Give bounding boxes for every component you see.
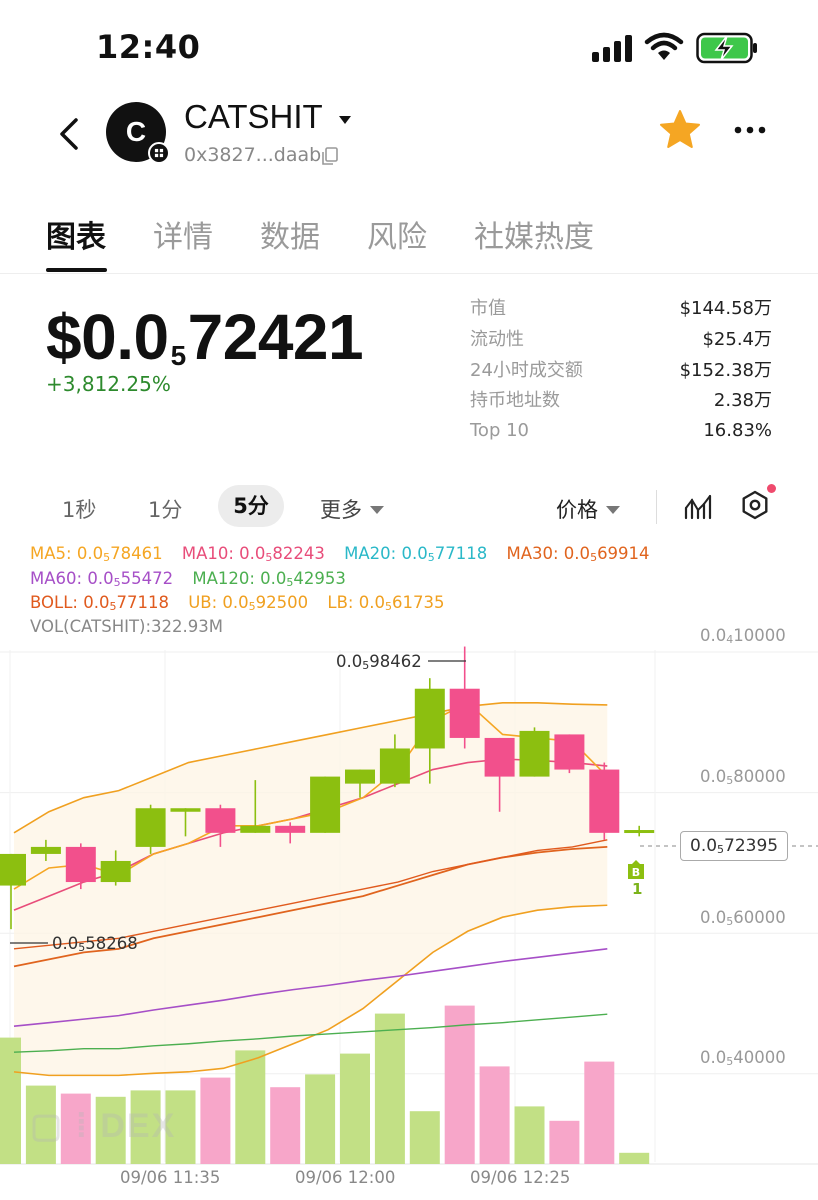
candle-body bbox=[275, 825, 306, 833]
x-axis-time-3: 09/06 12:25 bbox=[470, 1168, 571, 1187]
y-axis-label-4: 0.0540000 bbox=[700, 1048, 786, 1068]
candlestick-chart[interactable] bbox=[0, 540, 818, 1200]
volume-bar bbox=[200, 1077, 231, 1164]
candle-body bbox=[240, 825, 271, 833]
token-avatar-letter: C bbox=[125, 116, 147, 147]
chain-badge-icon bbox=[148, 142, 170, 164]
token-name[interactable]: CATSHIT bbox=[184, 98, 323, 136]
candle-body bbox=[624, 830, 655, 834]
x-axis-time-2: 09/06 12:00 bbox=[295, 1168, 396, 1187]
svg-text:B: B bbox=[632, 866, 640, 879]
chart-toolbar: 1秒 1分 5分 更多 价格 bbox=[0, 480, 818, 536]
token-dropdown-caret-icon[interactable] bbox=[338, 114, 352, 126]
candle-body bbox=[170, 808, 201, 812]
volume-bar bbox=[235, 1050, 266, 1164]
tab-social[interactable]: 社媒热度 bbox=[474, 212, 594, 256]
copy-icon[interactable] bbox=[320, 146, 340, 166]
price-type-caret-icon bbox=[606, 506, 620, 514]
timeframe-5m[interactable]: 5分 bbox=[218, 485, 284, 527]
tab-risk[interactable]: 风险 bbox=[367, 212, 427, 256]
tab-bar: 图表 详情 数据 风险 社媒热度 bbox=[0, 200, 818, 274]
candle-body bbox=[589, 769, 620, 833]
favorite-star-icon[interactable] bbox=[658, 108, 702, 152]
volume-bar bbox=[514, 1106, 545, 1164]
back-arrow-icon[interactable] bbox=[54, 114, 84, 154]
high-price-annotation: 0.0598462 bbox=[336, 652, 422, 672]
volume-bar bbox=[340, 1053, 370, 1164]
stat-holders: 持币地址数 2.38万 bbox=[470, 390, 772, 412]
status-bar: 12:40 bbox=[0, 0, 818, 90]
volume-bar bbox=[444, 1005, 475, 1164]
x-axis-time-1: 09/06 11:35 bbox=[120, 1168, 221, 1187]
buy-marker-count: 1 bbox=[632, 880, 643, 898]
indicator-icon[interactable] bbox=[684, 492, 712, 520]
candle-body bbox=[30, 846, 61, 854]
low-price-annotation: 0.0558268 bbox=[52, 934, 138, 954]
volume-bar bbox=[549, 1120, 580, 1164]
volume-bar bbox=[584, 1061, 615, 1164]
notification-dot bbox=[767, 484, 776, 493]
dex-watermark: ▢ ⁞ DEX bbox=[30, 1107, 177, 1145]
active-tab-underline bbox=[46, 268, 107, 272]
y-axis-label-1: 0.0410000 bbox=[700, 626, 786, 646]
market-stats: 市值 $144.58万 流动性 $25.4万 24小时成交额 $152.38万 持币地… bbox=[470, 292, 772, 445]
candle-body bbox=[0, 853, 26, 886]
y-axis-label-3: 0.0560000 bbox=[700, 908, 786, 928]
timeframe-1s[interactable]: 1秒 bbox=[62, 494, 96, 524]
volume-bar bbox=[374, 1013, 405, 1164]
y-axis-label-2: 0.0580000 bbox=[700, 767, 786, 787]
candle-body bbox=[484, 737, 515, 777]
toolbar-divider bbox=[656, 490, 657, 524]
candle-body bbox=[449, 688, 480, 738]
candle-body bbox=[135, 808, 166, 847]
buy-marker-icon[interactable]: B bbox=[627, 860, 645, 880]
candle-body bbox=[100, 860, 131, 883]
price-type-selector[interactable]: 价格 bbox=[556, 494, 620, 524]
volume-bar bbox=[479, 1066, 510, 1164]
token-address: 0x3827...daab bbox=[184, 144, 322, 166]
candle-body bbox=[205, 808, 236, 833]
current-price: $0.0572421 bbox=[46, 301, 364, 373]
wifi-icon bbox=[644, 32, 684, 60]
timeframe-more[interactable]: 更多 bbox=[320, 494, 384, 524]
tab-details[interactable]: 详情 bbox=[153, 212, 213, 256]
bollinger-band-fill bbox=[14, 702, 608, 1076]
candle-body bbox=[310, 776, 341, 833]
more-options-icon[interactable] bbox=[730, 118, 770, 142]
stat-liquidity: 流动性 $25.4万 bbox=[470, 329, 772, 351]
candle-body bbox=[345, 769, 375, 784]
stat-24h-volume: 24小时成交额 $152.38万 bbox=[470, 359, 772, 381]
cellular-signal-icon bbox=[592, 35, 632, 62]
candle-body bbox=[519, 730, 550, 777]
volume-bar bbox=[409, 1111, 440, 1164]
chart-settings-icon[interactable] bbox=[740, 490, 770, 520]
candle-body bbox=[379, 748, 410, 784]
price-change-percent: +3,812.25% bbox=[46, 372, 171, 396]
candle-body bbox=[414, 688, 445, 749]
candle-body bbox=[65, 846, 96, 883]
stat-market-cap: 市值 $144.58万 bbox=[470, 298, 772, 320]
status-time: 12:40 bbox=[96, 28, 201, 66]
volume-bar bbox=[305, 1074, 336, 1164]
current-price-tag: 0.0572395 bbox=[680, 831, 789, 861]
timeframe-1m[interactable]: 1分 bbox=[148, 494, 182, 524]
volume-bar bbox=[0, 1037, 21, 1164]
stat-top10: Top 10 16.83% bbox=[470, 419, 772, 441]
volume-bar bbox=[270, 1087, 301, 1164]
battery-charging-icon bbox=[696, 32, 757, 64]
candle-body bbox=[554, 734, 585, 770]
tab-data[interactable]: 数据 bbox=[260, 212, 320, 256]
volume-bar bbox=[619, 1152, 650, 1164]
tab-chart[interactable]: 图表 bbox=[46, 212, 106, 256]
more-caret-icon bbox=[370, 506, 384, 514]
